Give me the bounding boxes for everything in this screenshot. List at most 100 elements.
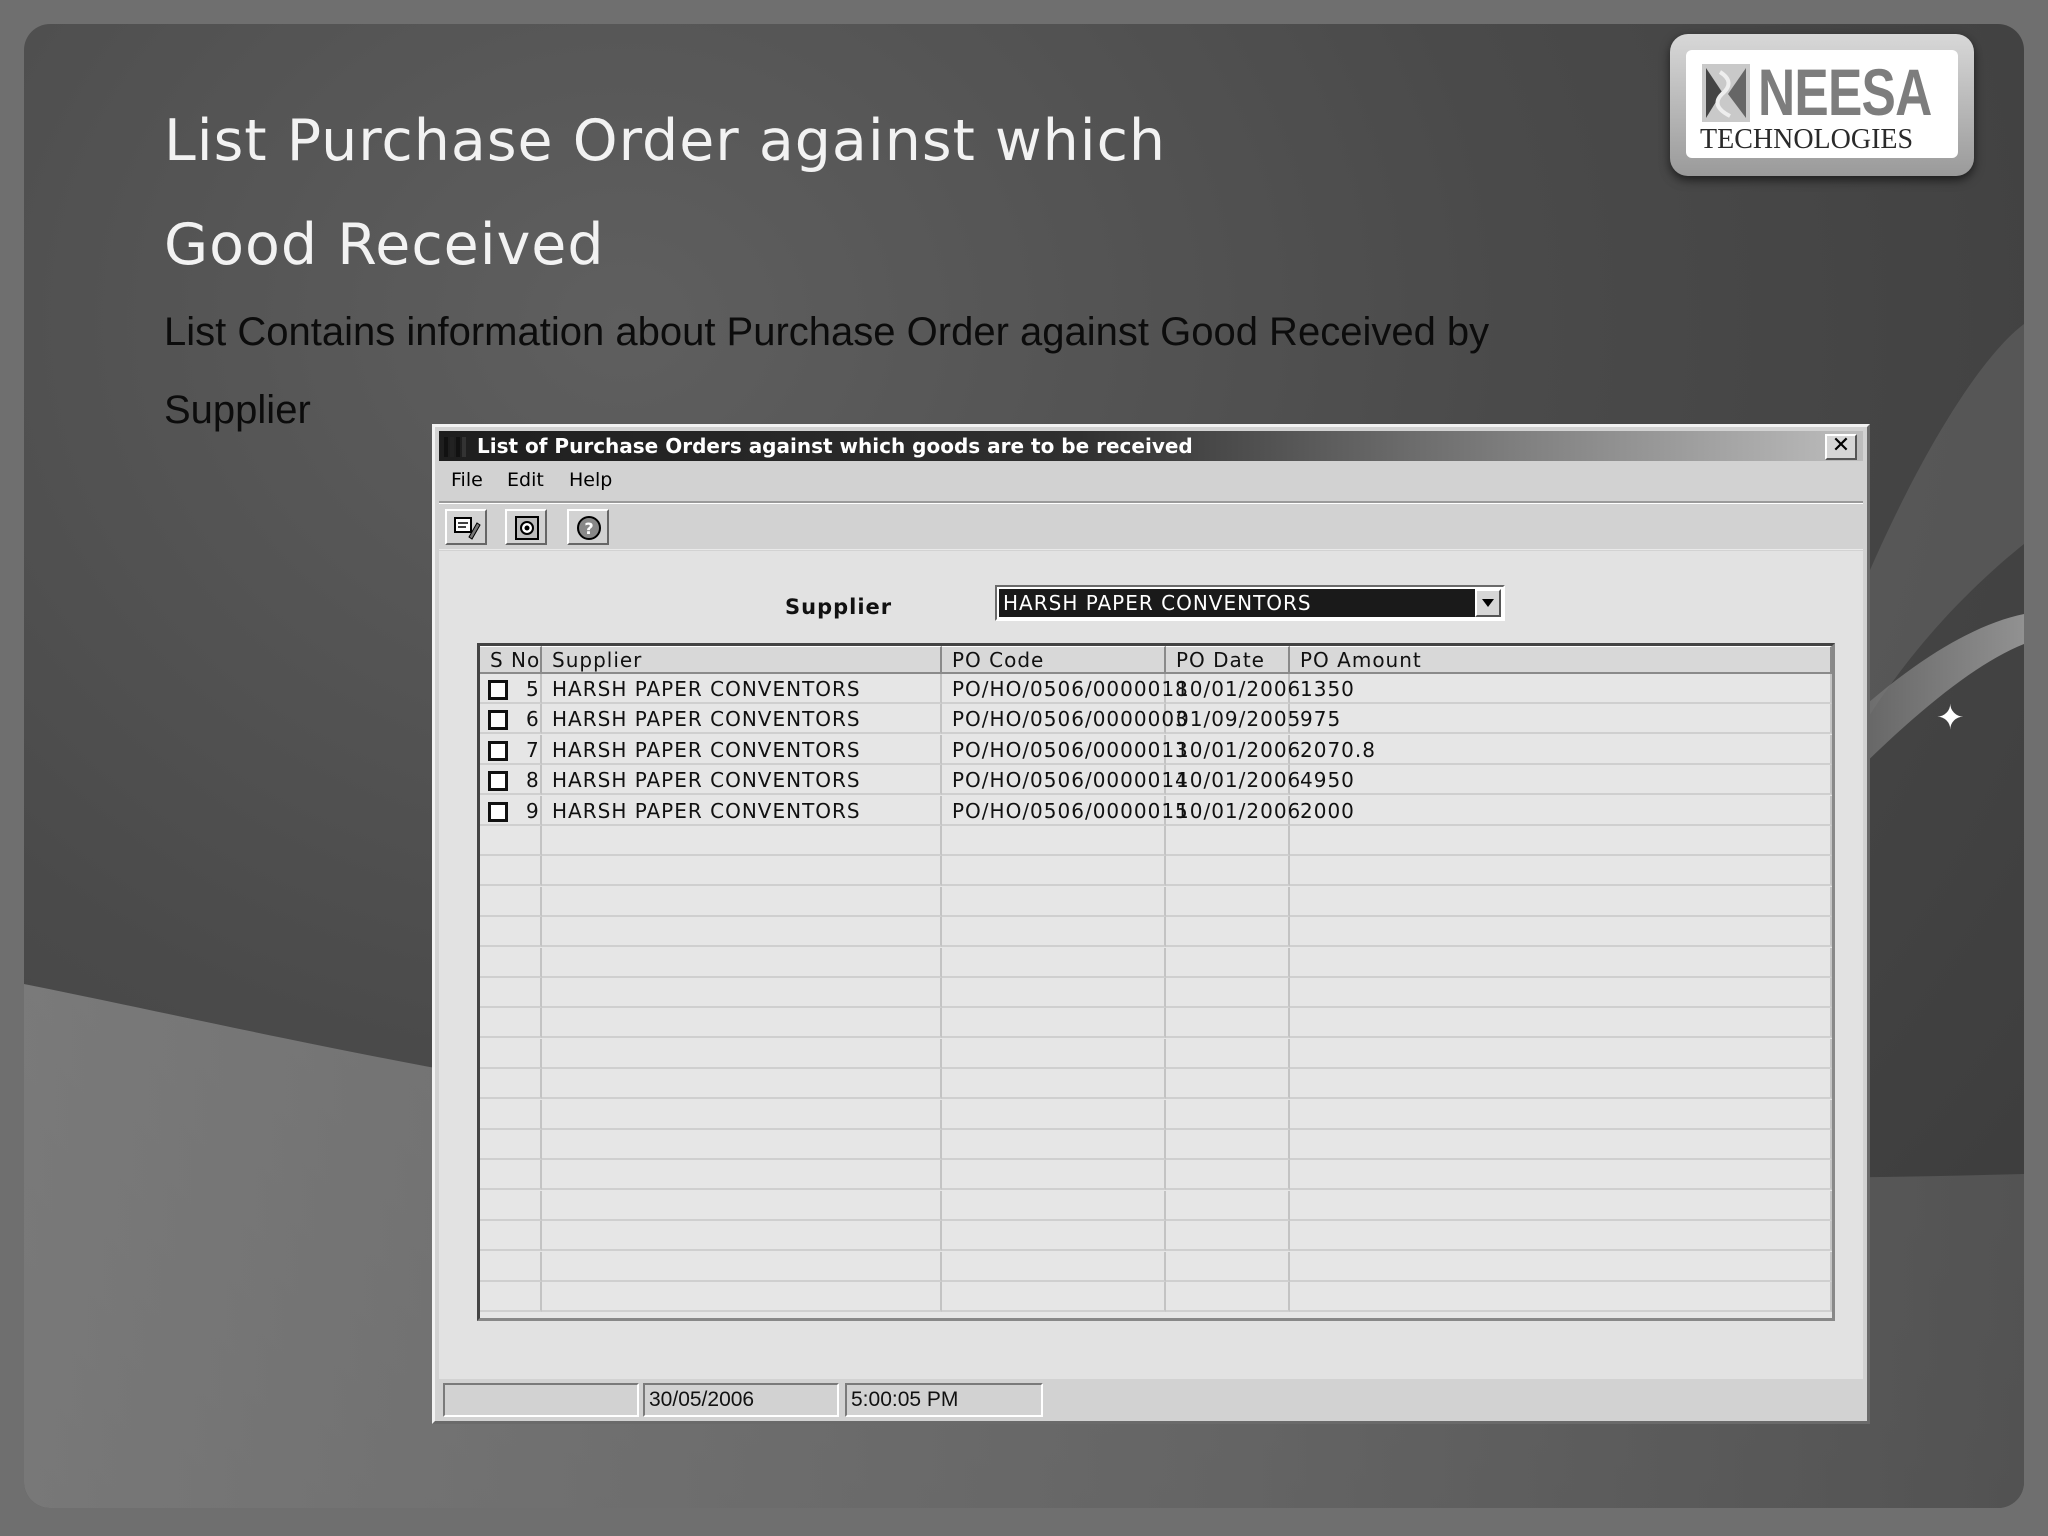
supplier-selected-value[interactable]: HARSH PAPER CONVENTORS	[999, 589, 1475, 617]
cell-po-amount: 1350	[1290, 674, 1832, 704]
toolbar: ?	[439, 505, 1863, 547]
column-header-po-date[interactable]: PO Date	[1166, 646, 1290, 674]
cell-po-date: 10/01/2006	[1166, 674, 1300, 704]
row-sno: 6	[526, 707, 540, 732]
cell-po-code: PO/HO/0506/0000003	[942, 704, 1188, 735]
sno-cell: 8	[480, 765, 542, 796]
cell-po-code: PO/HO/0506/0000015	[942, 795, 1188, 826]
sno-cell: 7	[480, 734, 542, 765]
empty-table-row	[480, 1160, 1832, 1191]
empty-table-row	[480, 917, 1832, 948]
window-title: List of Purchase Orders against which go…	[477, 434, 1193, 458]
cell-supplier: HARSH PAPER CONVENTORS	[542, 734, 942, 765]
help-button[interactable]: ?	[567, 509, 609, 545]
row-checkbox[interactable]	[488, 740, 508, 761]
window-titlebar[interactable]: List of Purchase Orders against which go…	[439, 431, 1863, 461]
po-table: S No Supplier PO Code PO Date PO Amount 5 HAR…	[477, 643, 1835, 1321]
row-checkbox[interactable]	[488, 771, 508, 792]
table-row[interactable]: 6 HARSH PAPER CONVENTORS PO/HO/0506/000000…	[480, 704, 1832, 735]
slide-title-line1: List Purchase Order against which	[164, 108, 1167, 174]
window-content: Supplier HARSH PAPER CONVENTORS S No Supp…	[439, 551, 1863, 1407]
column-header-po-code[interactable]: PO Code	[942, 646, 1166, 674]
cell-po-amount: 975	[1290, 704, 1832, 735]
empty-table-row	[480, 1190, 1832, 1221]
cell-po-code: PO/HO/0506/0000018	[942, 674, 1188, 704]
cell-po-amount: 2000	[1290, 795, 1832, 826]
sno-cell: 9	[480, 795, 542, 826]
view-icon	[515, 516, 539, 540]
edit-button[interactable]	[445, 509, 487, 545]
row-sno: 8	[526, 768, 540, 793]
cell-po-date: 01/09/2005	[1166, 704, 1300, 735]
po-list-window: List of Purchase Orders against which go…	[432, 424, 1870, 1424]
table-row[interactable]: 7 HARSH PAPER CONVENTORS PO/HO/0506/000001…	[480, 734, 1832, 765]
sno-cell: 5	[480, 674, 542, 704]
sparkle-icon: ✦	[1936, 698, 1965, 738]
table-row[interactable]: 5 HARSH PAPER CONVENTORS PO/HO/0506/000001…	[480, 674, 1832, 704]
logo-mark-icon	[1702, 64, 1750, 122]
empty-table-row	[480, 1038, 1832, 1069]
cell-po-date: 10/01/2006	[1166, 765, 1300, 796]
logo-tagline: TECHNOLOGIES	[1700, 124, 1914, 155]
menu-bar: File Edit Help	[439, 465, 1863, 495]
table-header: S No Supplier PO Code PO Date PO Amount	[480, 646, 1832, 676]
empty-table-row	[480, 1099, 1832, 1130]
cell-supplier: HARSH PAPER CONVENTORS	[542, 795, 942, 826]
row-checkbox[interactable]	[488, 710, 508, 731]
empty-table-row	[480, 886, 1832, 917]
svg-text:?: ?	[584, 519, 593, 538]
empty-table-row	[480, 1130, 1832, 1160]
empty-table-row	[480, 1008, 1832, 1039]
column-header-po-amount[interactable]: PO Amount	[1290, 646, 1832, 674]
slide-subtitle-line2: Supplier	[164, 388, 311, 432]
menu-divider	[439, 501, 1863, 504]
supplier-label: Supplier	[785, 595, 893, 619]
slide-title-line2: Good Received	[164, 212, 605, 278]
sno-cell: 6	[480, 704, 542, 735]
empty-table-row	[480, 1282, 1832, 1312]
row-sno: 7	[526, 737, 540, 762]
empty-table-row	[480, 1251, 1832, 1282]
row-checkbox[interactable]	[488, 801, 508, 822]
slide-subtitle-line1: List Contains information about Purchase…	[164, 310, 1490, 354]
empty-table-row	[480, 1069, 1832, 1100]
column-header-sno[interactable]: S No	[480, 646, 542, 674]
cell-supplier: HARSH PAPER CONVENTORS	[542, 674, 942, 704]
empty-table-row	[480, 947, 1832, 978]
status-panel-blank	[443, 1383, 639, 1417]
chevron-down-icon	[1482, 599, 1494, 607]
status-bar: 30/05/2006 5:00:05 PM	[439, 1379, 1863, 1419]
help-icon: ?	[577, 516, 601, 540]
menu-edit[interactable]: Edit	[507, 469, 544, 491]
company-logo: NEESA TECHNOLOGIES	[1670, 34, 1974, 176]
view-button[interactable]	[505, 509, 547, 545]
cell-po-amount: 2070.8	[1290, 734, 1832, 765]
empty-table-row	[480, 856, 1832, 887]
status-date: 30/05/2006	[643, 1383, 839, 1417]
row-sno: 9	[526, 798, 540, 823]
cell-po-date: 10/01/2006	[1166, 795, 1300, 826]
edit-icon	[454, 517, 481, 540]
dropdown-button[interactable]	[1475, 589, 1501, 617]
supplier-dropdown[interactable]: HARSH PAPER CONVENTORS	[995, 585, 1505, 621]
menu-file[interactable]: File	[451, 469, 483, 491]
cell-supplier: HARSH PAPER CONVENTORS	[542, 765, 942, 796]
column-header-supplier[interactable]: Supplier	[542, 646, 942, 674]
cell-po-code: PO/HO/0506/0000013	[942, 734, 1188, 765]
status-time: 5:00:05 PM	[845, 1383, 1043, 1417]
empty-table-row	[480, 978, 1832, 1008]
app-icon	[444, 437, 466, 457]
table-row[interactable]: 9 HARSH PAPER CONVENTORS PO/HO/0506/000001…	[480, 795, 1832, 826]
empty-table-row	[480, 826, 1832, 856]
cell-po-date: 10/01/2006	[1166, 734, 1300, 765]
cell-po-amount: 4950	[1290, 765, 1832, 796]
table-row[interactable]: 8 HARSH PAPER CONVENTORS PO/HO/0506/000001…	[480, 765, 1832, 796]
row-sno: 5	[526, 677, 540, 701]
close-button[interactable]: ✕	[1825, 434, 1857, 460]
logo-brand-text: NEESA	[1758, 55, 1932, 129]
empty-table-row	[480, 1221, 1832, 1252]
row-checkbox[interactable]	[488, 680, 508, 700]
cell-po-code: PO/HO/0506/0000014	[942, 765, 1188, 796]
menu-help[interactable]: Help	[569, 469, 612, 491]
cell-supplier: HARSH PAPER CONVENTORS	[542, 704, 942, 735]
